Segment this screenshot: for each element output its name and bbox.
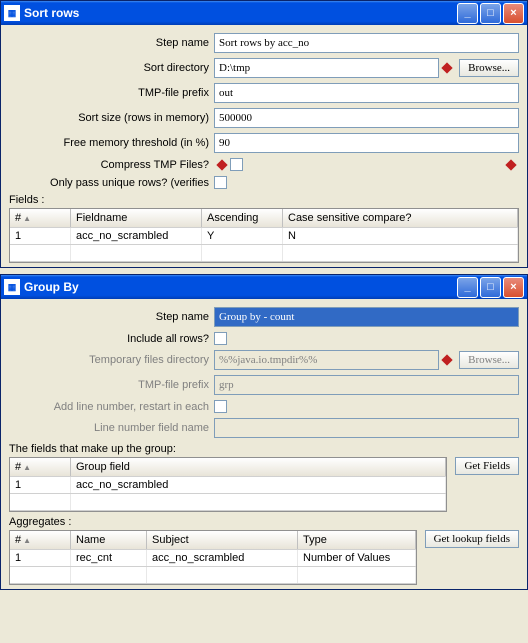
tmp-dir-input (214, 350, 439, 370)
sort-asc-icon: ▲ (23, 214, 31, 223)
group-fields-label: The fields that make up the group: (9, 443, 519, 455)
aggregates-label: Aggregates : (9, 516, 519, 528)
grid-header: #▲ Group field (10, 458, 446, 477)
table-row[interactable]: 1 acc_no_scrambled (10, 477, 446, 494)
group-fields-grid[interactable]: #▲ Group field 1 acc_no_scrambled (9, 457, 447, 512)
minimize-button[interactable]: _ (457, 3, 478, 24)
fields-grid[interactable]: #▲ Fieldname Ascending Case sensitive co… (9, 208, 519, 263)
var-icon[interactable] (505, 159, 517, 171)
window-title: Group By (24, 280, 455, 294)
prefix-label: TMP-file prefix (9, 87, 214, 99)
close-button[interactable]: × (503, 3, 524, 24)
step-name-label: Step name (9, 311, 214, 323)
sort-dir-input[interactable] (214, 58, 439, 78)
get-lookup-fields-button[interactable]: Get lookup fields (425, 530, 519, 548)
table-row[interactable] (10, 494, 446, 511)
compress-label: Compress TMP Files? (9, 159, 214, 171)
app-icon: ▦ (4, 279, 20, 295)
aggregates-grid[interactable]: #▲ Name Subject Type 1 rec_cnt acc_no_sc… (9, 530, 417, 585)
sort-rows-window: ▦ Sort rows _ □ × Step name Sort directo… (0, 0, 528, 268)
var-icon[interactable] (441, 354, 453, 366)
grid-header: #▲ Fieldname Ascending Case sensitive co… (10, 209, 518, 228)
var-icon[interactable] (441, 62, 453, 74)
step-name-input[interactable] (214, 33, 519, 53)
close-button[interactable]: × (503, 277, 524, 298)
fields-section-label: Fields : (9, 194, 519, 206)
titlebar[interactable]: ▦ Sort rows _ □ × (1, 1, 527, 25)
maximize-button[interactable]: □ (480, 277, 501, 298)
add-line-checkbox[interactable] (214, 400, 227, 413)
app-icon: ▦ (4, 5, 20, 21)
free-mem-input[interactable] (214, 133, 519, 153)
prefix-label: TMP-file prefix (9, 379, 214, 391)
step-name-input[interactable] (214, 307, 519, 327)
add-line-label: Add line number, restart in each (9, 401, 214, 413)
var-icon[interactable] (216, 159, 228, 171)
table-row[interactable] (10, 245, 518, 262)
window-title: Sort rows (24, 6, 455, 20)
sort-asc-icon: ▲ (23, 536, 31, 545)
table-row[interactable] (10, 567, 416, 584)
titlebar[interactable]: ▦ Group By _ □ × (1, 275, 527, 299)
line-field-input (214, 418, 519, 438)
free-mem-label: Free memory threshold (in %) (9, 137, 214, 149)
table-row[interactable]: 1 acc_no_scrambled Y N (10, 228, 518, 245)
prefix-input (214, 375, 519, 395)
sort-asc-icon: ▲ (23, 463, 31, 472)
sort-size-label: Sort size (rows in memory) (9, 112, 214, 124)
include-all-label: Include all rows? (9, 333, 214, 345)
sort-dir-label: Sort directory (9, 62, 214, 74)
browse-button[interactable]: Browse... (459, 59, 519, 77)
minimize-button[interactable]: _ (457, 277, 478, 298)
compress-checkbox[interactable] (230, 158, 243, 171)
tmp-dir-label: Temporary files directory (9, 354, 214, 366)
unique-checkbox[interactable] (214, 176, 227, 189)
prefix-input[interactable] (214, 83, 519, 103)
unique-label: Only pass unique rows? (verifies (9, 177, 214, 189)
maximize-button[interactable]: □ (480, 3, 501, 24)
get-fields-button[interactable]: Get Fields (455, 457, 519, 475)
sort-size-input[interactable] (214, 108, 519, 128)
browse-button: Browse... (459, 351, 519, 369)
grid-header: #▲ Name Subject Type (10, 531, 416, 550)
line-field-label: Line number field name (9, 422, 214, 434)
step-name-label: Step name (9, 37, 214, 49)
table-row[interactable]: 1 rec_cnt acc_no_scrambled Number of Val… (10, 550, 416, 567)
include-all-checkbox[interactable] (214, 332, 227, 345)
group-by-window: ▦ Group By _ □ × Step name Include all r… (0, 274, 528, 590)
